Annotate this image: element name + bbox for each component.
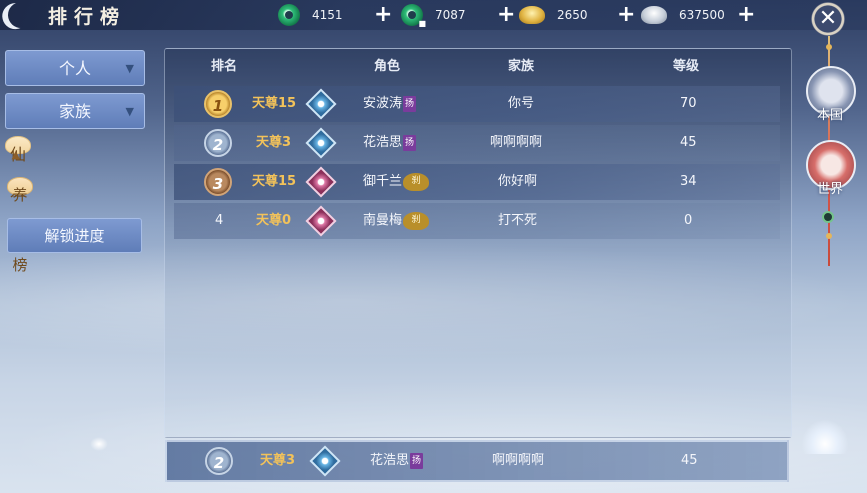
chevron-down-icon: ▼ bbox=[125, 62, 134, 75]
clan-name: 打不死 bbox=[498, 213, 538, 228]
gold-rank-badge: 1 bbox=[204, 90, 232, 118]
level-value: 45 bbox=[681, 453, 698, 468]
level-value: 45 bbox=[680, 135, 697, 150]
player-name: 花浩思扬 bbox=[370, 452, 424, 469]
blue-diamond-icon bbox=[305, 127, 337, 159]
currency-value: 637500 bbox=[679, 8, 725, 22]
pink-diamond-icon bbox=[305, 166, 337, 198]
tier-label: 天尊15 bbox=[252, 96, 297, 111]
clan-name: 你号 bbox=[508, 96, 535, 111]
tier-label: 天尊0 bbox=[256, 213, 292, 228]
menu-fairy[interactable]: 仙姬 ▲ bbox=[5, 136, 31, 200]
clan-name: 啊啊啊啊 bbox=[490, 135, 543, 150]
faction-tag: 扬 bbox=[403, 95, 417, 112]
jade-icon bbox=[278, 4, 300, 26]
tier-label: 天尊15 bbox=[252, 174, 297, 189]
level-value: 34 bbox=[680, 174, 697, 189]
chevron-up-icon: ▲ bbox=[11, 148, 20, 161]
level-value: 70 bbox=[680, 96, 697, 111]
add-bound-jade-button[interactable]: + bbox=[497, 4, 515, 26]
player-name[interactable]: 安波涛扬 bbox=[363, 86, 417, 122]
currency-value: 7087 bbox=[435, 8, 466, 22]
header-role: 角色 bbox=[374, 59, 401, 74]
silver-rank-badge: 2 bbox=[205, 447, 233, 475]
header-rank: 排名 bbox=[211, 59, 238, 74]
blue-diamond-icon bbox=[305, 88, 337, 120]
silver-ingot-icon bbox=[641, 6, 667, 24]
currency-value: 4151 bbox=[312, 8, 343, 22]
my-rank-row[interactable]: 2 天尊3 花浩思扬 啊啊啊啊 45 bbox=[165, 440, 789, 482]
blue-diamond-icon bbox=[309, 445, 341, 477]
bronze-rank-badge: 3 bbox=[204, 168, 232, 196]
currency-jade: 4151 + bbox=[278, 3, 392, 27]
faction-tag: 刹 bbox=[403, 172, 430, 191]
chevron-down-icon: ▼ bbox=[125, 105, 134, 118]
lotus-decoration bbox=[802, 420, 848, 454]
header-clan: 家族 bbox=[508, 59, 535, 74]
currency-silver: 637500 + bbox=[641, 3, 755, 27]
faction-tag: 刹 bbox=[403, 211, 430, 230]
submenu-cultivation[interactable]: 养成榜 bbox=[7, 177, 33, 274]
gold-ingot-icon bbox=[519, 6, 545, 24]
menu-label: 个人 bbox=[58, 59, 91, 78]
faction-tag: 扬 bbox=[403, 134, 417, 151]
currency-bound-jade: ■ 7087 + bbox=[401, 3, 515, 28]
header-level: 等级 bbox=[673, 59, 700, 74]
rail-dot bbox=[826, 44, 832, 50]
local-server-label: 本国 bbox=[816, 108, 843, 123]
faction-tag: 扬 bbox=[410, 452, 424, 469]
bound-jade-icon: ■ bbox=[401, 4, 426, 28]
currency-value: 2650 bbox=[557, 8, 588, 22]
rank-number: 4 bbox=[215, 213, 224, 228]
pink-diamond-icon bbox=[305, 205, 337, 237]
add-jade-button[interactable]: + bbox=[374, 4, 392, 26]
world-label: 世界 bbox=[816, 182, 843, 197]
clan-name: 你好啊 bbox=[498, 174, 538, 189]
close-button[interactable]: ✕ bbox=[811, 2, 845, 36]
slider-knob[interactable] bbox=[822, 211, 834, 223]
submenu-unlock-progress[interactable]: 解锁进度 bbox=[7, 218, 142, 253]
player-name[interactable]: 御千兰刹 bbox=[363, 164, 430, 200]
table-row[interactable]: 4 天尊0 南曼梅刹 打不死 0 bbox=[174, 203, 780, 239]
add-silver-button[interactable]: + bbox=[737, 4, 755, 26]
table-row[interactable]: 1 天尊15 安波涛扬 你号 70 bbox=[174, 86, 780, 122]
table-row[interactable]: 2 天尊3 花浩思扬 啊啊啊啊 45 bbox=[174, 125, 780, 161]
silver-rank-badge: 2 bbox=[204, 129, 232, 157]
menu-clan[interactable]: 家族 ▼ bbox=[5, 93, 145, 129]
table-row[interactable]: 3 天尊15 御千兰刹 你好啊 34 bbox=[174, 164, 780, 200]
petal-decoration bbox=[90, 437, 108, 451]
player-name[interactable]: 南曼梅刹 bbox=[363, 203, 430, 239]
player-name[interactable]: 花浩思扬 bbox=[363, 125, 417, 161]
tier-label: 天尊3 bbox=[260, 453, 296, 468]
currency-gold: 2650 + bbox=[519, 3, 635, 27]
menu-personal[interactable]: 个人 ▼ bbox=[5, 50, 145, 86]
clan-name: 啊啊啊啊 bbox=[492, 453, 545, 468]
tier-label: 天尊3 bbox=[256, 135, 292, 150]
lock-icon: ■ bbox=[418, 19, 426, 28]
level-value: 0 bbox=[684, 213, 693, 228]
add-gold-button[interactable]: + bbox=[617, 4, 635, 26]
menu-label: 家族 bbox=[58, 102, 91, 121]
page-title: 排行榜 bbox=[48, 6, 127, 28]
rail-dot bbox=[826, 233, 832, 239]
